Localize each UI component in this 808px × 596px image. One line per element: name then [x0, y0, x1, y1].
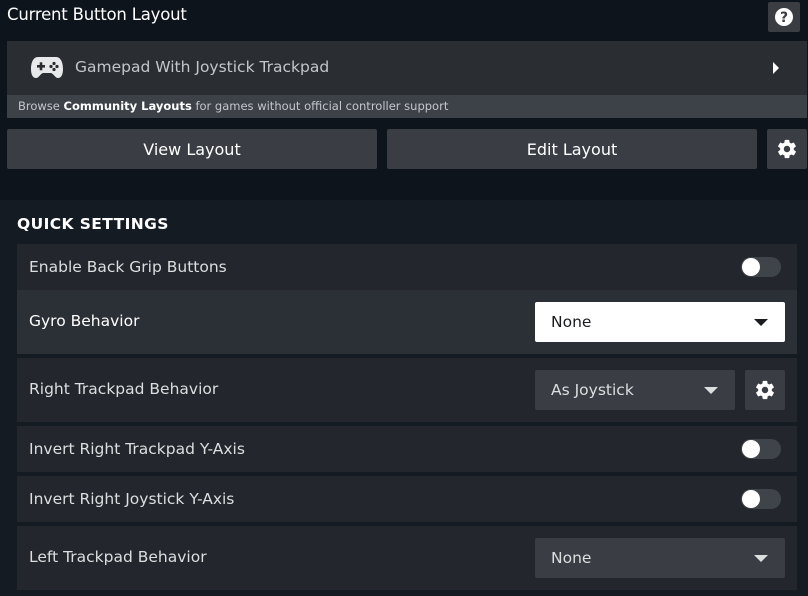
- browse-suffix: for games without official controller su…: [191, 99, 449, 113]
- invert-trackpad-toggle[interactable]: [741, 439, 781, 459]
- setting-row-invert-trackpad[interactable]: Invert Right Trackpad Y-Axis: [17, 426, 797, 472]
- help-button[interactable]: ?: [768, 2, 800, 32]
- setting-row-invert-joystick[interactable]: Invert Right Joystick Y-Axis: [17, 476, 797, 522]
- setting-row-left-trackpad[interactable]: Left Trackpad Behavior None: [17, 526, 797, 590]
- edit-layout-button[interactable]: Edit Layout: [387, 129, 757, 169]
- gamepad-icon: [31, 57, 63, 78]
- chevron-right-icon: [773, 62, 779, 74]
- setting-label: Gyro Behavior: [29, 312, 140, 330]
- right-trackpad-settings-button[interactable]: [745, 370, 785, 410]
- gear-icon: [756, 380, 774, 400]
- layout-name: Gamepad With Joystick Trackpad: [75, 58, 330, 76]
- setting-label: Left Trackpad Behavior: [29, 548, 207, 566]
- dropdown-value: As Joystick: [551, 381, 634, 399]
- setting-label: Enable Back Grip Buttons: [29, 258, 227, 276]
- view-layout-button[interactable]: View Layout: [7, 129, 377, 169]
- toggle-knob: [742, 440, 760, 458]
- toggle-knob: [742, 490, 760, 508]
- help-icon: ?: [775, 8, 793, 26]
- toggle-knob: [742, 258, 760, 276]
- community-layouts-link[interactable]: Community Layouts: [64, 99, 192, 113]
- setting-row-right-trackpad[interactable]: Right Trackpad Behavior As Joystick: [17, 358, 797, 422]
- setting-row-gyro[interactable]: Gyro Behavior None: [17, 290, 797, 354]
- gear-icon: [778, 139, 796, 159]
- gyro-behavior-dropdown[interactable]: None: [535, 302, 785, 342]
- setting-row-back-grip[interactable]: Enable Back Grip Buttons: [17, 244, 797, 290]
- right-trackpad-dropdown[interactable]: As Joystick: [535, 370, 735, 410]
- setting-label: Invert Right Trackpad Y-Axis: [29, 440, 245, 458]
- page-title: Current Button Layout: [7, 5, 187, 24]
- quick-settings-heading: QUICK SETTINGS: [17, 215, 169, 233]
- setting-label: Invert Right Joystick Y-Axis: [29, 490, 235, 508]
- invert-joystick-toggle[interactable]: [741, 489, 781, 509]
- browse-community-layouts-link[interactable]: Browse Community Layouts for games witho…: [7, 95, 807, 118]
- dropdown-value: None: [551, 313, 592, 331]
- quick-settings-section: QUICK SETTINGS Enable Back Grip Buttons …: [0, 200, 808, 596]
- dropdown-value: None: [551, 549, 592, 567]
- layout-selector[interactable]: Gamepad With Joystick Trackpad: [7, 41, 807, 95]
- browse-prefix: Browse: [18, 99, 64, 113]
- chevron-down-icon: [704, 387, 718, 394]
- svg-text:?: ?: [780, 10, 788, 26]
- current-layout-section: Current Button Layout ? Gamepad With Joy…: [0, 0, 808, 200]
- layout-settings-button[interactable]: [767, 129, 807, 169]
- chevron-down-icon: [754, 555, 768, 562]
- chevron-down-icon: [754, 319, 768, 326]
- setting-label: Right Trackpad Behavior: [29, 380, 219, 398]
- back-grip-toggle[interactable]: [741, 257, 781, 277]
- left-trackpad-dropdown[interactable]: None: [535, 538, 785, 578]
